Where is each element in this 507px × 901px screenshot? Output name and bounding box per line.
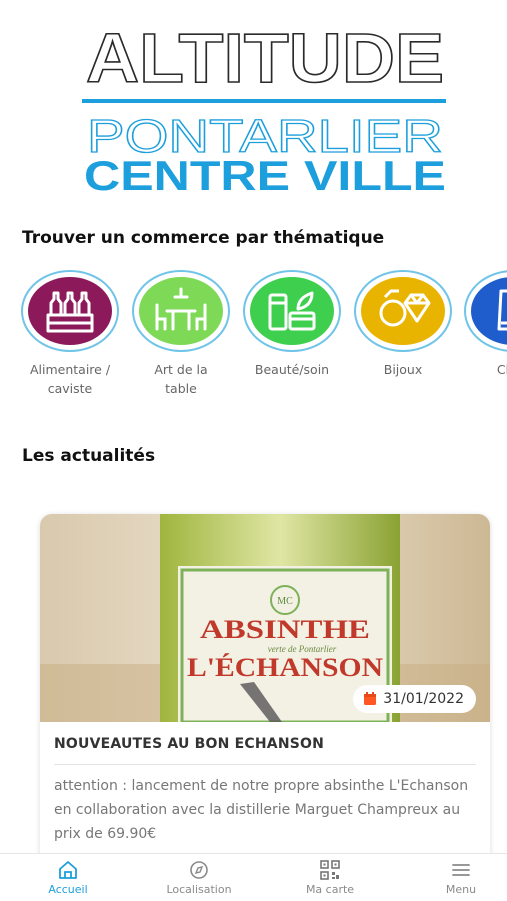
nav-label-menu: Menu [445, 883, 477, 896]
news-excerpt: attention : lancement de notre propre ab… [54, 778, 469, 842]
logo-centre-ville: CENTRE VILLE [84, 152, 446, 198]
label-echanson: L'ÉCHANSON [187, 653, 383, 682]
theme-circle-fill [250, 277, 334, 345]
home-icon [59, 861, 77, 879]
card-divider [54, 764, 476, 765]
boot-icon [497, 289, 507, 331]
label-monogram: MC [277, 596, 293, 607]
news-date-badge: 31/01/2022 [353, 685, 476, 713]
label-absinthe: ABSINTHE [200, 615, 370, 644]
logo-divider [82, 99, 446, 103]
compass-icon [190, 861, 208, 879]
theme-item-alimentaire[interactable]: Alimentaire / caviste [15, 268, 125, 398]
theme-label: caviste [47, 381, 93, 396]
logo-altitude: ALTITUDE [85, 24, 445, 90]
news-section-title: Les actualités [22, 446, 156, 466]
theme-label: table [165, 381, 197, 396]
nav-ma-carte[interactable]: Ma carte [280, 860, 380, 896]
news-headline: NOUVEAUTES AU BON ECHANSON [54, 736, 325, 752]
theme-circle-fill [361, 277, 445, 345]
theme-item-chaussures[interactable]: Chau [458, 268, 507, 379]
nav-menu[interactable]: Menu [411, 860, 507, 896]
theme-circle [21, 270, 119, 352]
news-date: 31/01/2022 [383, 691, 464, 707]
qr-code-icon [320, 860, 340, 880]
wine-bottles-icon [46, 291, 94, 333]
theme-circle-fill [471, 277, 507, 345]
logo-text-altitude: ALTITUDE [86, 24, 444, 90]
theme-label: Art de la [154, 362, 208, 377]
cosmetics-icon [268, 291, 316, 331]
nav-label-localisation: Localisation [166, 883, 232, 896]
theme-label: Alimentaire / [29, 362, 111, 377]
theme-item-bijoux[interactable]: Bijoux [348, 268, 458, 379]
diamond-ring-icon [379, 289, 431, 327]
theme-circle-fill [139, 277, 223, 345]
themes-section-title: Trouver un commerce par thématique [22, 228, 385, 248]
calendar-icon [364, 692, 377, 705]
theme-circle-fill [28, 277, 112, 345]
theme-circle [354, 270, 452, 352]
theme-item-beaute-soin[interactable]: Beauté/soin [237, 268, 347, 379]
theme-circle [243, 270, 341, 352]
bottom-navigation: Accueil Localisation Ma carte Menu [0, 853, 507, 901]
theme-circle [132, 270, 230, 352]
dining-table-icon [155, 287, 207, 331]
theme-circle [464, 270, 507, 352]
nav-localisation[interactable]: Localisation [149, 860, 249, 896]
nav-label-accueil: Accueil [48, 883, 88, 896]
news-card[interactable]: MC ABSINTHE verte de Pontarlier L'ÉCHANS… [40, 514, 490, 874]
theme-label: Beauté/soin [254, 362, 330, 377]
logo-text-centre-ville: CENTRE VILLE [84, 152, 446, 198]
theme-label: Bijoux [383, 362, 423, 377]
nav-label-ma-carte: Ma carte [305, 883, 355, 896]
nav-accueil[interactable]: Accueil [18, 860, 118, 896]
hamburger-icon [452, 864, 470, 876]
app-logo: ALTITUDE PONTARLIER CENTRE VILLE [0, 0, 507, 200]
theme-label: Chau [496, 362, 507, 377]
theme-item-art-de-la-table[interactable]: Art de la table [126, 268, 236, 398]
theme-carousel[interactable]: Alimentaire / caviste Art de la table Be… [0, 268, 507, 408]
